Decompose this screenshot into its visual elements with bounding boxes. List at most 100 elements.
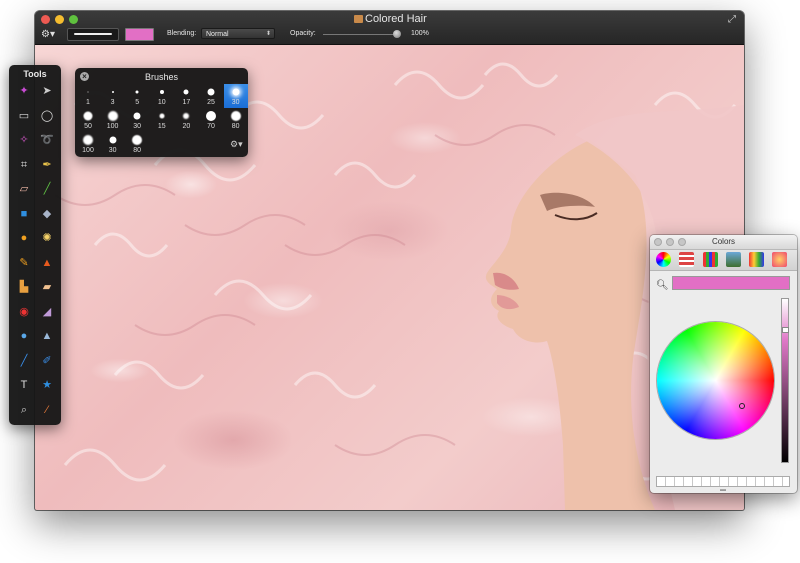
brightness-slider[interactable] bbox=[781, 298, 789, 463]
brush-size-label: 1 bbox=[86, 99, 90, 106]
brush-tip-preview bbox=[183, 113, 190, 119]
brush-tip-preview bbox=[230, 111, 241, 121]
fullscreen-icon[interactable]: ⤢ bbox=[728, 14, 736, 25]
color-sliders-icon[interactable] bbox=[679, 252, 694, 267]
current-color-swatch[interactable] bbox=[125, 28, 154, 41]
brush-preset[interactable]: 30 bbox=[101, 132, 125, 156]
opacity-slider-track[interactable] bbox=[323, 34, 397, 35]
image-palettes-icon[interactable] bbox=[726, 252, 741, 267]
brush-preset[interactable]: 30 bbox=[223, 84, 248, 108]
blending-mode-value: Normal bbox=[206, 31, 229, 38]
brush-tip-preview bbox=[183, 89, 189, 95]
brightness-slider-knob[interactable] bbox=[782, 327, 789, 333]
opacity-slider-knob[interactable] bbox=[393, 30, 401, 38]
brush-tip-preview bbox=[206, 111, 216, 121]
brush-preview-button[interactable] bbox=[67, 28, 119, 41]
stepper-arrows-icon: ⬍ bbox=[265, 31, 271, 37]
color-wheel-icon[interactable]: ✺ bbox=[39, 230, 55, 246]
color-picker-icon[interactable]: ⁄ bbox=[39, 402, 55, 418]
smudge-icon[interactable]: ◢ bbox=[39, 304, 55, 320]
magic-wand-icon[interactable]: ✦ bbox=[16, 83, 32, 99]
brush-preset[interactable]: 3 bbox=[101, 84, 125, 108]
lasso-icon[interactable]: ➰ bbox=[39, 132, 55, 148]
brush-size-label: 5 bbox=[135, 99, 140, 106]
brush-tip-preview bbox=[159, 113, 165, 119]
brush-tip-preview bbox=[159, 90, 164, 94]
window-title: Colored Hair bbox=[365, 13, 427, 25]
sharpen-icon[interactable]: ▲ bbox=[39, 328, 55, 344]
brush-tip-preview bbox=[83, 111, 93, 121]
close-window-button[interactable] bbox=[41, 15, 50, 24]
settings-gear-icon[interactable]: ⚙▾ bbox=[41, 29, 55, 40]
bandage-icon[interactable]: ▰ bbox=[39, 279, 55, 295]
pencils-icon[interactable] bbox=[772, 252, 787, 267]
brush-preset[interactable]: 80 bbox=[125, 132, 149, 156]
brush-size-label: 17 bbox=[182, 99, 191, 106]
minimize-window-button[interactable] bbox=[55, 15, 64, 24]
opacity-label: Opacity: bbox=[290, 30, 316, 37]
red-eye-icon[interactable]: ◉ bbox=[16, 304, 32, 320]
brush-preset[interactable]: 25 bbox=[199, 84, 223, 108]
brush-preset[interactable]: 10 bbox=[150, 84, 174, 108]
brush-size-label: 10 bbox=[157, 99, 166, 106]
tools-panel: Tools ✦ ➤ ▭ ◯ ✧ ➰ ⌗ ✒ ▱ ╱ ■ ◆ ● ✺ ✎ ▲ ▙ ▰ ◉ ◢ ● ▲ ╱ ✐ T ★ ⌕ ⁄ bbox=[9, 65, 61, 425]
paintbrush-icon[interactable]: ✎ bbox=[16, 255, 32, 271]
burn-flame-icon[interactable]: ▲ bbox=[39, 255, 55, 271]
pointer-arrow-icon[interactable]: ➤ bbox=[39, 83, 55, 99]
brush-preset[interactable]: 5 bbox=[125, 84, 149, 108]
brush-tip-preview bbox=[232, 88, 240, 96]
color-wheel[interactable] bbox=[657, 322, 774, 439]
paint-bucket-icon[interactable]: ◆ bbox=[39, 206, 55, 222]
brush-preset[interactable]: 20 bbox=[174, 108, 198, 132]
brush-icon[interactable]: ╱ bbox=[39, 181, 55, 197]
color-mode-toolbar bbox=[650, 250, 797, 271]
rectangle-shape-icon[interactable]: ■ bbox=[16, 206, 32, 222]
brush-preset[interactable]: 1 bbox=[76, 84, 100, 108]
rect-select-icon[interactable]: ▭ bbox=[16, 108, 32, 124]
crop-icon[interactable]: ⌗ bbox=[16, 157, 32, 173]
resize-handle-icon[interactable]: ▬ bbox=[720, 487, 726, 493]
brush-settings-gear-icon[interactable]: ⚙▾ bbox=[230, 139, 243, 150]
magic-selection-icon[interactable]: ✧ bbox=[16, 132, 32, 148]
brush-size-label: 50 bbox=[84, 123, 92, 130]
brushes-panel: × Brushes 1 3 5 10 17 25 30 50 100 30 15 20 70 80 100 3… bbox=[75, 68, 248, 157]
brush-preset[interactable]: 15 bbox=[150, 108, 174, 132]
colors-panel-title: Colors bbox=[711, 237, 736, 246]
pen-icon[interactable]: ✐ bbox=[39, 353, 55, 369]
brush-size-label: 15 bbox=[157, 123, 166, 130]
brush-preset[interactable]: 80 bbox=[224, 108, 248, 132]
eraser-icon[interactable]: ▱ bbox=[16, 181, 32, 197]
clone-stamp-icon[interactable]: ▙ bbox=[16, 279, 32, 295]
ellipse-shape-icon[interactable]: ● bbox=[16, 230, 32, 246]
brush-preset[interactable]: 50 bbox=[76, 108, 100, 132]
brush-tip-preview bbox=[132, 135, 143, 145]
brush-preset[interactable]: 100 bbox=[76, 132, 100, 156]
brush-preset[interactable]: 70 bbox=[199, 108, 223, 132]
text-icon[interactable]: T bbox=[16, 377, 32, 393]
star-shape-icon[interactable]: ★ bbox=[39, 377, 55, 393]
ellipse-select-icon[interactable]: ◯ bbox=[39, 108, 55, 124]
blending-mode-select[interactable]: Normal ⬍ bbox=[201, 28, 275, 39]
zoom-icon[interactable]: ⌕ bbox=[16, 402, 32, 418]
brush-tip-preview bbox=[133, 112, 141, 120]
brushes-panel-title: Brushes bbox=[144, 72, 179, 82]
zoom-window-button[interactable] bbox=[69, 15, 78, 24]
color-wheel-cursor[interactable] bbox=[739, 403, 745, 409]
magnifier-icon[interactable]: 🔍︎ bbox=[656, 280, 669, 291]
blur-drop-icon[interactable]: ● bbox=[16, 328, 32, 344]
tools-panel-title: Tools bbox=[23, 69, 47, 79]
brush-preset[interactable]: 30 bbox=[125, 108, 149, 132]
eyedropper-icon[interactable]: ✒ bbox=[39, 157, 55, 173]
brush-size-label: 25 bbox=[207, 99, 215, 106]
brush-tip-preview bbox=[207, 88, 215, 96]
colors-title-bar: Colors bbox=[650, 235, 797, 250]
opacity-value: 100% bbox=[411, 30, 429, 37]
brush-preset[interactable]: 17 bbox=[174, 84, 198, 108]
crayons-icon[interactable] bbox=[749, 252, 764, 267]
color-palettes-icon[interactable] bbox=[703, 252, 718, 267]
pen-line-icon[interactable]: ╱ bbox=[16, 353, 32, 369]
color-wheel-icon[interactable] bbox=[656, 252, 671, 267]
color-swatches-strip[interactable] bbox=[656, 476, 790, 487]
brush-preset[interactable]: 100 bbox=[101, 108, 125, 132]
brush-tip-preview bbox=[109, 136, 117, 144]
